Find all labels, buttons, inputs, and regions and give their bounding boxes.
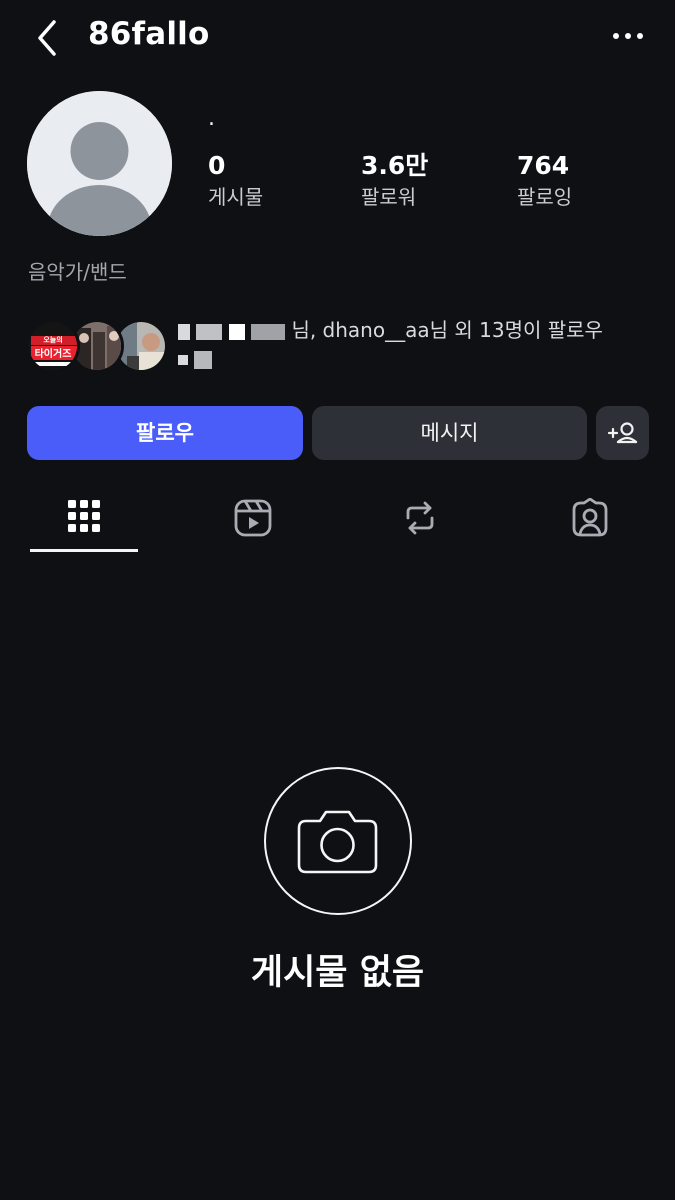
tab-reels[interactable] — [193, 488, 313, 552]
tab-reposts[interactable] — [360, 488, 480, 552]
more-options-button[interactable] — [611, 26, 645, 46]
blurred-username — [196, 323, 223, 340]
following-count[interactable]: 764 팔로잉 — [517, 150, 572, 212]
blurred-username — [251, 323, 286, 340]
following-count-label: 팔로잉 — [517, 185, 573, 209]
following-count-value: 764 — [517, 151, 570, 180]
blurred-username — [194, 350, 213, 369]
tab-tagged[interactable] — [530, 488, 650, 552]
profile-screen: 86fallo . 0 게시물 3.6만 팔로워 764 팔로잉 음악가/밴드 — [0, 0, 675, 1200]
blurred-username — [178, 323, 190, 340]
message-button[interactable]: 메시지 — [312, 406, 587, 460]
mutual-badge-text: 타이거즈 — [34, 349, 72, 360]
chevron-left-icon — [38, 20, 56, 56]
suggested-accounts-button[interactable] — [596, 406, 649, 460]
mutual-followers-text[interactable]: 님, dhano__aa님 외 13명이 팔로우 — [178, 316, 648, 372]
repost-icon — [406, 501, 434, 535]
reels-icon — [234, 499, 272, 537]
followers-count[interactable]: 3.6만 팔로워 — [361, 150, 428, 212]
more-horizontal-icon — [613, 33, 643, 39]
tagged-person-icon — [572, 498, 608, 537]
empty-state-title: 게시물 없음 — [250, 953, 425, 993]
profile-category: 음악가/밴드 — [28, 260, 127, 284]
profile-avatar[interactable] — [27, 91, 172, 236]
posts-count-value: 0 — [208, 151, 226, 180]
posts-count-label: 게시물 — [208, 185, 264, 209]
mutual-followers-caption: 님, dhano__aa님 외 13명이 팔로우 — [291, 318, 603, 342]
profile-content-tabs — [0, 488, 675, 558]
active-tab-indicator — [30, 549, 138, 552]
empty-state-icon-circle — [264, 767, 412, 915]
follow-button[interactable]: 팔로우 — [27, 406, 303, 460]
back-button[interactable] — [30, 18, 66, 58]
grid-icon — [68, 500, 100, 532]
followers-count-label: 팔로워 — [361, 185, 417, 209]
blurred-username — [228, 323, 245, 340]
add-person-icon — [607, 422, 638, 444]
top-bar: 86fallo — [0, 0, 675, 76]
tab-grid[interactable] — [24, 488, 144, 552]
blurred-username — [178, 354, 188, 365]
mutual-followers-avatars[interactable]: 오늘의 타이거즈 — [26, 319, 168, 375]
profile-username: 86fallo — [88, 16, 210, 52]
posts-count[interactable]: 0 게시물 — [208, 150, 263, 212]
followers-count-value: 3.6만 — [361, 151, 429, 180]
mutual-badge-small: 오늘의 — [43, 336, 63, 344]
camera-icon — [297, 810, 378, 874]
display-name: . — [208, 106, 215, 131]
mutual-avatar: 오늘의 타이거즈 — [26, 319, 80, 373]
default-avatar-icon — [27, 91, 172, 236]
